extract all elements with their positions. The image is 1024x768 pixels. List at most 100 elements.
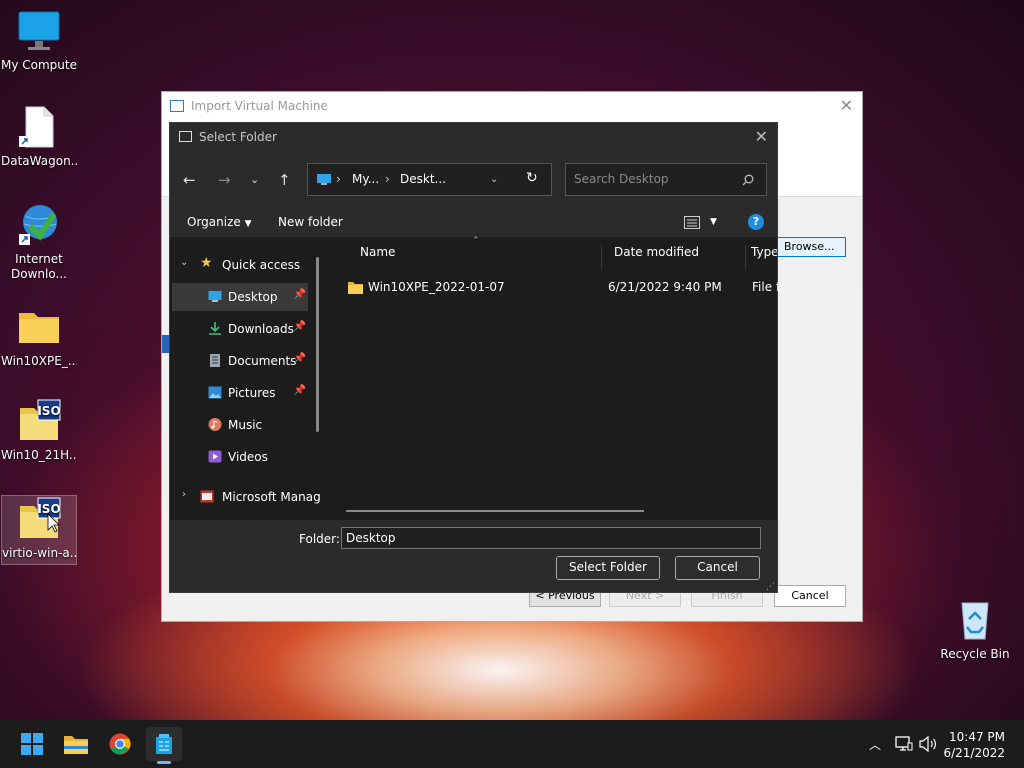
active-app-indicator: [157, 761, 171, 764]
organize-label: Organize: [187, 215, 241, 229]
monitor-icon: [16, 8, 62, 54]
select-folder-dialog: Select Folder ✕ ← → ⌄ ↑ › My... › Deskt.…: [169, 122, 778, 593]
select-folder-button[interactable]: Select Folder: [556, 556, 660, 580]
back-arrow-icon[interactable]: ←: [183, 171, 196, 189]
nav-item-label: Desktop: [228, 290, 278, 304]
address-dropdown-chevron-icon[interactable]: ⌄: [490, 174, 498, 185]
breadcrumb-my-computer[interactable]: My...: [352, 172, 379, 186]
navigation-pane: ⌄ ★ Quick access Desktop 📌 Downloads 📌 D…: [170, 237, 328, 520]
taskbar-chrome[interactable]: [102, 727, 138, 761]
recent-locations-chevron-icon[interactable]: ⌄: [250, 173, 259, 186]
wizard-title: Import Virtual Machine: [191, 99, 328, 113]
desktop-icon-label: Win10XPE_...: [1, 354, 77, 368]
taskbar: ︿ 10:47 PM 6/21/2022: [0, 720, 1024, 768]
horizontal-scrollbar[interactable]: [346, 510, 644, 512]
folder-icon: [16, 304, 62, 350]
folder-icon: [64, 736, 88, 754]
network-icon[interactable]: [895, 736, 913, 752]
desktop-icon-datawagon[interactable]: DataWagon...: [1, 104, 77, 169]
address-bar[interactable]: › My... › Deskt... ⌄ ↻: [307, 163, 552, 196]
new-folder-button[interactable]: New folder: [278, 215, 343, 229]
nav-item-label: Videos: [228, 450, 268, 464]
breadcrumb-desktop[interactable]: Deskt...: [400, 172, 446, 186]
dialog-titlebar: Select Folder ✕: [170, 123, 777, 151]
nav-item-desktop[interactable]: Desktop 📌: [172, 283, 308, 311]
clock-time: 10:47 PM: [949, 730, 1005, 744]
wizard-close-button[interactable]: ✕: [840, 96, 853, 115]
file-name: Win10XPE_2022-01-07: [368, 280, 505, 294]
nav-quick-access[interactable]: ⌄ ★ Quick access: [172, 251, 308, 279]
chevron-right-icon: ›: [182, 489, 186, 500]
desktop-icon-my-computer[interactable]: My Computer: [1, 8, 77, 73]
desktop-icon-internet-download[interactable]: Internet Downlo...: [1, 202, 77, 282]
folder-name-input[interactable]: [341, 527, 761, 549]
nav-item-label: Downloads: [228, 322, 294, 336]
desktop-icon-win10-iso[interactable]: ISO Win10_21H...: [1, 398, 77, 463]
view-dropdown-chevron-icon[interactable]: ▼: [710, 217, 717, 227]
table-row[interactable]: Win10XPE_2022-01-07 6/21/2022 9:40 PM Fi…: [328, 276, 778, 300]
column-header-type[interactable]: Type: [745, 245, 777, 269]
view-options-icon[interactable]: [684, 216, 700, 229]
wizard-cancel-button[interactable]: Cancel: [774, 585, 846, 607]
pin-icon[interactable]: 📌: [294, 321, 306, 332]
organize-menu[interactable]: Organize ▼: [187, 215, 252, 229]
folder-icon: [348, 282, 363, 294]
desktop-icon-label: Recycle Bin: [940, 647, 1010, 661]
nav-item-label: Music: [228, 418, 263, 432]
navigation-scrollbar[interactable]: [316, 257, 319, 432]
star-icon: ★: [200, 255, 213, 271]
svg-text:ISO: ISO: [37, 404, 60, 418]
iso-file-icon: ISO: [16, 398, 62, 444]
pin-icon[interactable]: 📌: [294, 289, 306, 300]
taskbar-file-explorer[interactable]: [58, 727, 94, 761]
breadcrumb-separator: ›: [336, 172, 341, 186]
desktop-icon-virtio-iso[interactable]: ISO virtio-win-a...: [1, 495, 77, 565]
file-type: File fo: [752, 280, 778, 294]
up-arrow-icon[interactable]: ↑: [278, 171, 291, 189]
clock-date: 6/21/2022: [943, 746, 1005, 760]
show-hidden-icons-chevron-icon[interactable]: ︿: [869, 736, 881, 753]
folder-label: Folder:: [299, 532, 340, 546]
file-list: ⌃ Name Date modified Type Win10XPE_2022-…: [328, 236, 778, 520]
nav-item-documents[interactable]: Documents 📌: [172, 347, 308, 375]
dialog-title: Select Folder: [199, 130, 277, 144]
chrome-icon: [109, 733, 131, 755]
chevron-down-icon: ⌄: [180, 257, 189, 268]
nav-item-label: Microsoft Manag: [222, 490, 321, 504]
file-date-modified: 6/21/2022 9:40 PM: [608, 280, 722, 294]
nav-item-label: Documents: [228, 354, 297, 368]
taskbar-virtual-machine-app[interactable]: [146, 727, 182, 764]
cancel-button[interactable]: Cancel: [675, 556, 760, 580]
pin-icon[interactable]: 📌: [294, 353, 306, 364]
picture-icon: [208, 386, 222, 399]
forward-arrow-icon[interactable]: →: [218, 171, 231, 189]
resize-grip-icon[interactable]: ⋰: [766, 582, 775, 592]
browse-button[interactable]: Browse...: [777, 237, 846, 257]
column-header-name[interactable]: Name: [348, 245, 395, 269]
navigation-bar: ← → ⌄ ↑ › My... › Deskt... ⌄ ↻ Search De…: [170, 151, 777, 207]
volume-icon[interactable]: [919, 736, 937, 752]
globe-download-icon: [16, 202, 62, 248]
search-box[interactable]: Search Desktop: [565, 163, 767, 196]
nav-item-music[interactable]: Music: [172, 411, 308, 439]
virtual-machine-icon: [156, 734, 172, 754]
help-icon[interactable]: ?: [748, 214, 764, 230]
nav-item-videos[interactable]: Videos: [172, 443, 308, 471]
system-clock[interactable]: 10:47 PM 6/21/2022: [943, 729, 1005, 761]
desktop-icon-win10xpe-folder[interactable]: Win10XPE_...: [1, 304, 77, 369]
nav-item-pictures[interactable]: Pictures 📌: [172, 379, 308, 407]
nav-item-downloads[interactable]: Downloads 📌: [172, 315, 308, 343]
music-icon: [208, 418, 222, 431]
desktop-icon-recycle-bin[interactable]: Recycle Bin: [937, 597, 1013, 662]
nav-item-microsoft-management[interactable]: › Microsoft Manag: [172, 483, 322, 511]
pin-icon[interactable]: 📌: [294, 385, 306, 396]
app-window-icon: [179, 131, 192, 142]
command-toolbar: Organize ▼ New folder ▼ ?: [170, 207, 777, 237]
refresh-icon[interactable]: ↻: [526, 170, 538, 186]
column-header-date-modified[interactable]: Date modified: [601, 245, 699, 269]
start-button[interactable]: [14, 727, 50, 761]
chevron-down-icon: ▼: [244, 219, 252, 229]
dialog-close-button[interactable]: ✕: [755, 127, 768, 146]
nav-item-label: Quick access: [222, 258, 301, 272]
app-window-icon: [170, 100, 184, 112]
